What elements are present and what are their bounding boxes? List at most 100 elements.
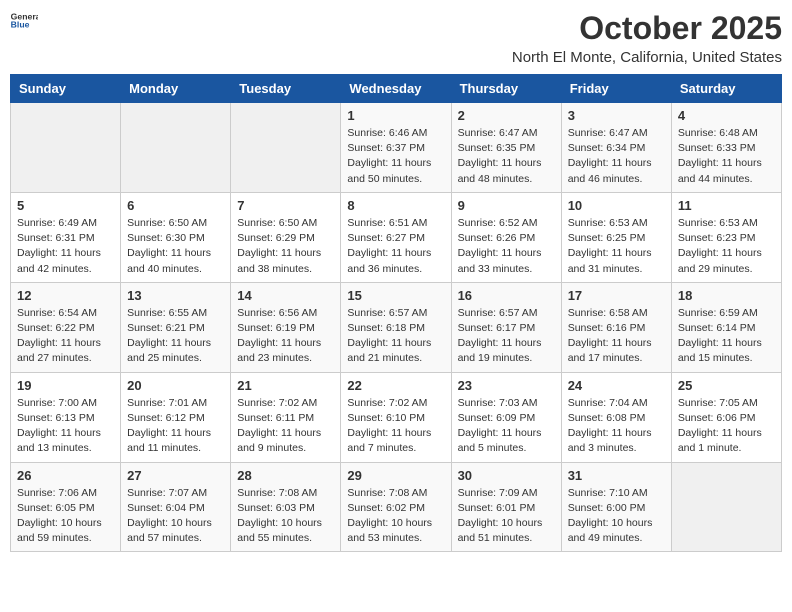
day-info: Sunrise: 6:49 AM Sunset: 6:31 PM Dayligh… [17,216,114,277]
day-number: 26 [17,468,114,483]
day-number: 14 [237,288,334,303]
day-info: Sunrise: 6:55 AM Sunset: 6:21 PM Dayligh… [127,306,224,367]
calendar-cell: 18 Sunrise: 6:59 AM Sunset: 6:14 PM Dayli… [671,282,781,372]
calendar-cell [231,103,341,193]
day-info: Sunrise: 7:03 AM Sunset: 6:09 PM Dayligh… [458,396,555,457]
day-info: Sunrise: 6:58 AM Sunset: 6:16 PM Dayligh… [568,306,665,367]
day-info: Sunrise: 6:47 AM Sunset: 6:35 PM Dayligh… [458,126,555,187]
weekday-header-tuesday: Tuesday [231,75,341,103]
calendar-cell: 12 Sunrise: 6:54 AM Sunset: 6:22 PM Dayli… [11,282,121,372]
calendar-cell: 25 Sunrise: 7:05 AM Sunset: 6:06 PM Dayli… [671,372,781,462]
day-info: Sunrise: 6:59 AM Sunset: 6:14 PM Dayligh… [678,306,775,367]
day-number: 19 [17,378,114,393]
day-number: 25 [678,378,775,393]
weekday-header-monday: Monday [121,75,231,103]
calendar-cell: 27Sunrise: 7:07 AM Sunset: 6:04 PM Dayli… [121,462,231,552]
day-number: 2 [458,108,555,123]
day-number: 24 [568,378,665,393]
day-info: Sunrise: 6:48 AM Sunset: 6:33 PM Dayligh… [678,126,775,187]
month-title: October 2025 [512,10,782,47]
calendar-cell: 4Sunrise: 6:48 AM Sunset: 6:33 PM Daylig… [671,103,781,193]
day-number: 29 [347,468,444,483]
day-number: 22 [347,378,444,393]
day-number: 6 [127,198,224,213]
calendar-cell: 19 Sunrise: 7:00 AM Sunset: 6:13 PM Dayli… [11,372,121,462]
calendar-cell: 5 Sunrise: 6:49 AM Sunset: 6:31 PM Daylig… [11,192,121,282]
calendar-cell: 10 Sunrise: 6:53 AM Sunset: 6:25 PM Dayli… [561,192,671,282]
week-row-0: 1Sunrise: 6:46 AM Sunset: 6:37 PM Daylig… [11,103,782,193]
day-number: 31 [568,468,665,483]
calendar-cell: 24 Sunrise: 7:04 AM Sunset: 6:08 PM Dayli… [561,372,671,462]
weekday-header-thursday: Thursday [451,75,561,103]
day-number: 23 [458,378,555,393]
title-area: October 2025 North El Monte, California,… [512,10,782,66]
weekday-header-saturday: Saturday [671,75,781,103]
day-number: 27 [127,468,224,483]
day-number: 8 [347,198,444,213]
day-number: 9 [458,198,555,213]
calendar-cell: 31 Sunrise: 7:10 AM Sunset: 6:00 PM Dayli… [561,462,671,552]
day-info: Sunrise: 7:02 AM Sunset: 6:10 PM Dayligh… [347,396,444,457]
calendar-cell: 22 Sunrise: 7:02 AM Sunset: 6:10 PM Dayli… [341,372,451,462]
day-info: Sunrise: 7:05 AM Sunset: 6:06 PM Dayligh… [678,396,775,457]
week-row-4: 26 Sunrise: 7:06 AM Sunset: 6:05 PM Dayli… [11,462,782,552]
day-number: 5 [17,198,114,213]
calendar-table: SundayMondayTuesdayWednesdayThursdayFrid… [10,74,782,552]
weekday-header-friday: Friday [561,75,671,103]
day-info: Sunrise: 6:53 AM Sunset: 6:25 PM Dayligh… [568,216,665,277]
calendar-cell: 14 Sunrise: 6:56 AM Sunset: 6:19 PM Dayli… [231,282,341,372]
calendar-cell: 16 Sunrise: 6:57 AM Sunset: 6:17 PM Dayli… [451,282,561,372]
day-number: 10 [568,198,665,213]
day-number: 3 [568,108,665,123]
calendar-cell: 9 Sunrise: 6:52 AM Sunset: 6:26 PM Daylig… [451,192,561,282]
day-number: 13 [127,288,224,303]
calendar-cell: 29 Sunrise: 7:08 AM Sunset: 6:02 PM Dayli… [341,462,451,552]
svg-text:Blue: Blue [11,19,30,29]
weekday-header-wednesday: Wednesday [341,75,451,103]
day-number: 11 [678,198,775,213]
day-number: 20 [127,378,224,393]
logo-icon: General Blue [10,10,38,30]
day-info: Sunrise: 7:08 AM Sunset: 6:02 PM Dayligh… [347,486,444,547]
calendar-cell [671,462,781,552]
calendar-cell: 17 Sunrise: 6:58 AM Sunset: 6:16 PM Dayli… [561,282,671,372]
calendar-cell: 1Sunrise: 6:46 AM Sunset: 6:37 PM Daylig… [341,103,451,193]
day-info: Sunrise: 6:57 AM Sunset: 6:18 PM Dayligh… [347,306,444,367]
day-number: 15 [347,288,444,303]
day-number: 17 [568,288,665,303]
day-number: 18 [678,288,775,303]
day-number: 12 [17,288,114,303]
logo: General Blue [10,10,38,30]
day-info: Sunrise: 7:09 AM Sunset: 6:01 PM Dayligh… [458,486,555,547]
calendar-cell: 30 Sunrise: 7:09 AM Sunset: 6:01 PM Dayli… [451,462,561,552]
day-info: Sunrise: 6:54 AM Sunset: 6:22 PM Dayligh… [17,306,114,367]
day-info: Sunrise: 7:06 AM Sunset: 6:05 PM Dayligh… [17,486,114,547]
day-info: Sunrise: 7:01 AM Sunset: 6:12 PM Dayligh… [127,396,224,457]
week-row-2: 12 Sunrise: 6:54 AM Sunset: 6:22 PM Dayli… [11,282,782,372]
day-number: 16 [458,288,555,303]
calendar-cell: 11Sunrise: 6:53 AM Sunset: 6:23 PM Dayli… [671,192,781,282]
calendar-cell: 15 Sunrise: 6:57 AM Sunset: 6:18 PM Dayli… [341,282,451,372]
day-info: Sunrise: 6:56 AM Sunset: 6:19 PM Dayligh… [237,306,334,367]
weekday-header-sunday: Sunday [11,75,121,103]
calendar-cell: 23 Sunrise: 7:03 AM Sunset: 6:09 PM Dayli… [451,372,561,462]
day-info: Sunrise: 7:10 AM Sunset: 6:00 PM Dayligh… [568,486,665,547]
calendar-cell: 8 Sunrise: 6:51 AM Sunset: 6:27 PM Daylig… [341,192,451,282]
calendar-cell: 28Sunrise: 7:08 AM Sunset: 6:03 PM Dayli… [231,462,341,552]
day-number: 30 [458,468,555,483]
calendar-cell [121,103,231,193]
day-info: Sunrise: 6:51 AM Sunset: 6:27 PM Dayligh… [347,216,444,277]
day-info: Sunrise: 6:50 AM Sunset: 6:30 PM Dayligh… [127,216,224,277]
day-info: Sunrise: 6:57 AM Sunset: 6:17 PM Dayligh… [458,306,555,367]
day-info: Sunrise: 7:08 AM Sunset: 6:03 PM Dayligh… [237,486,334,547]
day-info: Sunrise: 6:52 AM Sunset: 6:26 PM Dayligh… [458,216,555,277]
day-info: Sunrise: 7:04 AM Sunset: 6:08 PM Dayligh… [568,396,665,457]
day-info: Sunrise: 7:02 AM Sunset: 6:11 PM Dayligh… [237,396,334,457]
week-row-1: 5 Sunrise: 6:49 AM Sunset: 6:31 PM Daylig… [11,192,782,282]
calendar-cell: 7Sunrise: 6:50 AM Sunset: 6:29 PM Daylig… [231,192,341,282]
calendar-cell: 26 Sunrise: 7:06 AM Sunset: 6:05 PM Dayli… [11,462,121,552]
header: General Blue October 2025 North El Monte… [10,10,782,66]
day-number: 7 [237,198,334,213]
day-info: Sunrise: 7:00 AM Sunset: 6:13 PM Dayligh… [17,396,114,457]
calendar-cell [11,103,121,193]
